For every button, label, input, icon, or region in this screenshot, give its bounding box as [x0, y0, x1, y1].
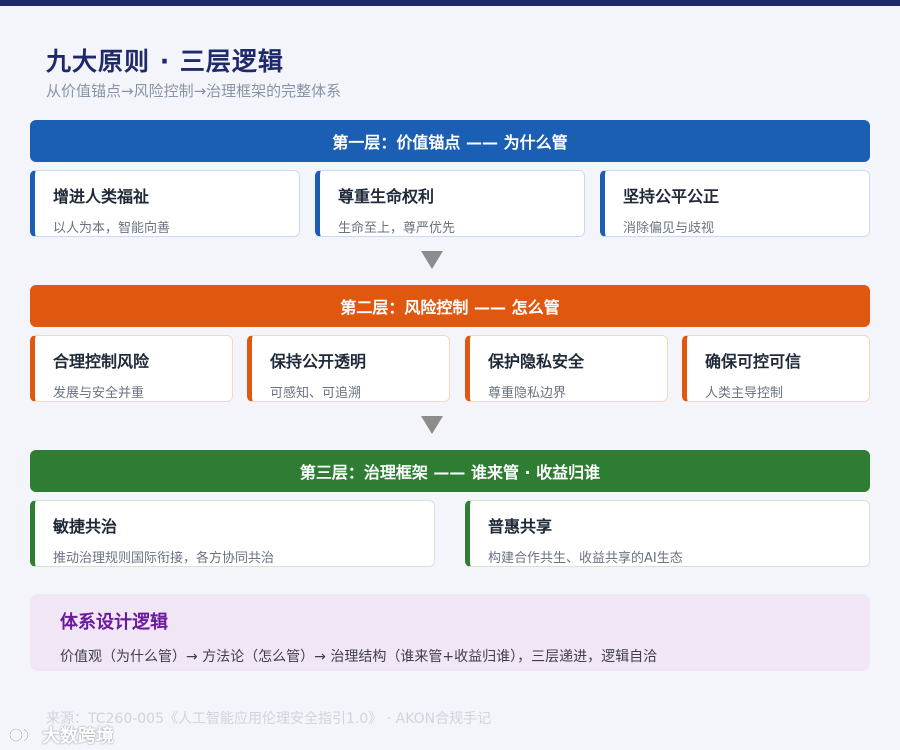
card-title: 确保可控可信 [705, 352, 802, 371]
down-arrow-icon [421, 251, 443, 269]
card-desc: 构建合作共生、收益共享的AI生态 [488, 551, 683, 566]
card-desc: 消除偏见与歧视 [623, 221, 715, 236]
card-fairness: 坚持公平公正 消除偏见与歧视 [600, 170, 870, 237]
card-title: 尊重生命权利 [338, 187, 435, 206]
card-promote-welfare: 增进人类福祉 以人为本，智能向善 [30, 170, 300, 237]
top-accent-bar [0, 0, 900, 6]
design-logic-box: 体系设计逻辑 价值观（为什么管）→ 方法论（怎么管）→ 治理结构（谁来管+收益归… [30, 594, 870, 671]
card-controllable: 确保可控可信 人类主导控制 [682, 335, 870, 402]
card-privacy: 保护隐私安全 尊重隐私边界 [465, 335, 668, 402]
card-title: 保持公开透明 [270, 352, 367, 371]
card-transparency: 保持公开透明 可感知、可追溯 [247, 335, 450, 402]
design-logic-text: 价值观（为什么管）→ 方法论（怎么管）→ 治理结构（谁来管+收益归谁），三层递进… [60, 649, 658, 665]
card-title: 普惠共享 [488, 517, 553, 536]
card-inclusive-sharing: 普惠共享 构建合作共生、收益共享的AI生态 [465, 500, 870, 567]
card-title: 敏捷共治 [53, 517, 118, 536]
page-title: 九大原则 · 三层逻辑 [46, 47, 284, 76]
down-arrow-icon [421, 416, 443, 434]
watermark: 大数跨境 [8, 722, 114, 748]
layer-2-header: 第二层：风险控制 —— 怎么管 [30, 285, 870, 327]
card-desc: 发展与安全并重 [53, 386, 145, 401]
card-title: 保护隐私安全 [488, 352, 585, 371]
layer-1-header: 第一层：价值锚点 —— 为什么管 [30, 120, 870, 162]
card-desc: 可感知、可追溯 [270, 386, 362, 401]
layer-3-header: 第三层：治理框架 —— 谁来管 · 收益归谁 [30, 450, 870, 492]
card-desc: 人类主导控制 [705, 386, 784, 401]
card-desc: 尊重隐私边界 [488, 386, 567, 401]
card-desc: 生命至上，尊严优先 [338, 221, 456, 236]
card-title: 增进人类福祉 [53, 187, 150, 206]
card-control-risk: 合理控制风险 发展与安全并重 [30, 335, 233, 402]
card-title: 坚持公平公正 [623, 187, 720, 206]
watermark-text: 大数跨境 [42, 726, 114, 747]
card-title: 合理控制风险 [53, 352, 150, 371]
card-desc: 推动治理规则国际衔接，各方协同共治 [53, 551, 275, 566]
design-logic-title: 体系设计逻辑 [60, 612, 168, 633]
watermark-logo-icon [8, 727, 30, 743]
card-agile-governance: 敏捷共治 推动治理规则国际衔接，各方协同共治 [30, 500, 435, 567]
page-subtitle: 从价值锚点→风险控制→治理框架的完整体系 [46, 82, 342, 100]
card-desc: 以人为本，智能向善 [53, 221, 171, 236]
card-respect-life: 尊重生命权利 生命至上，尊严优先 [315, 170, 585, 237]
